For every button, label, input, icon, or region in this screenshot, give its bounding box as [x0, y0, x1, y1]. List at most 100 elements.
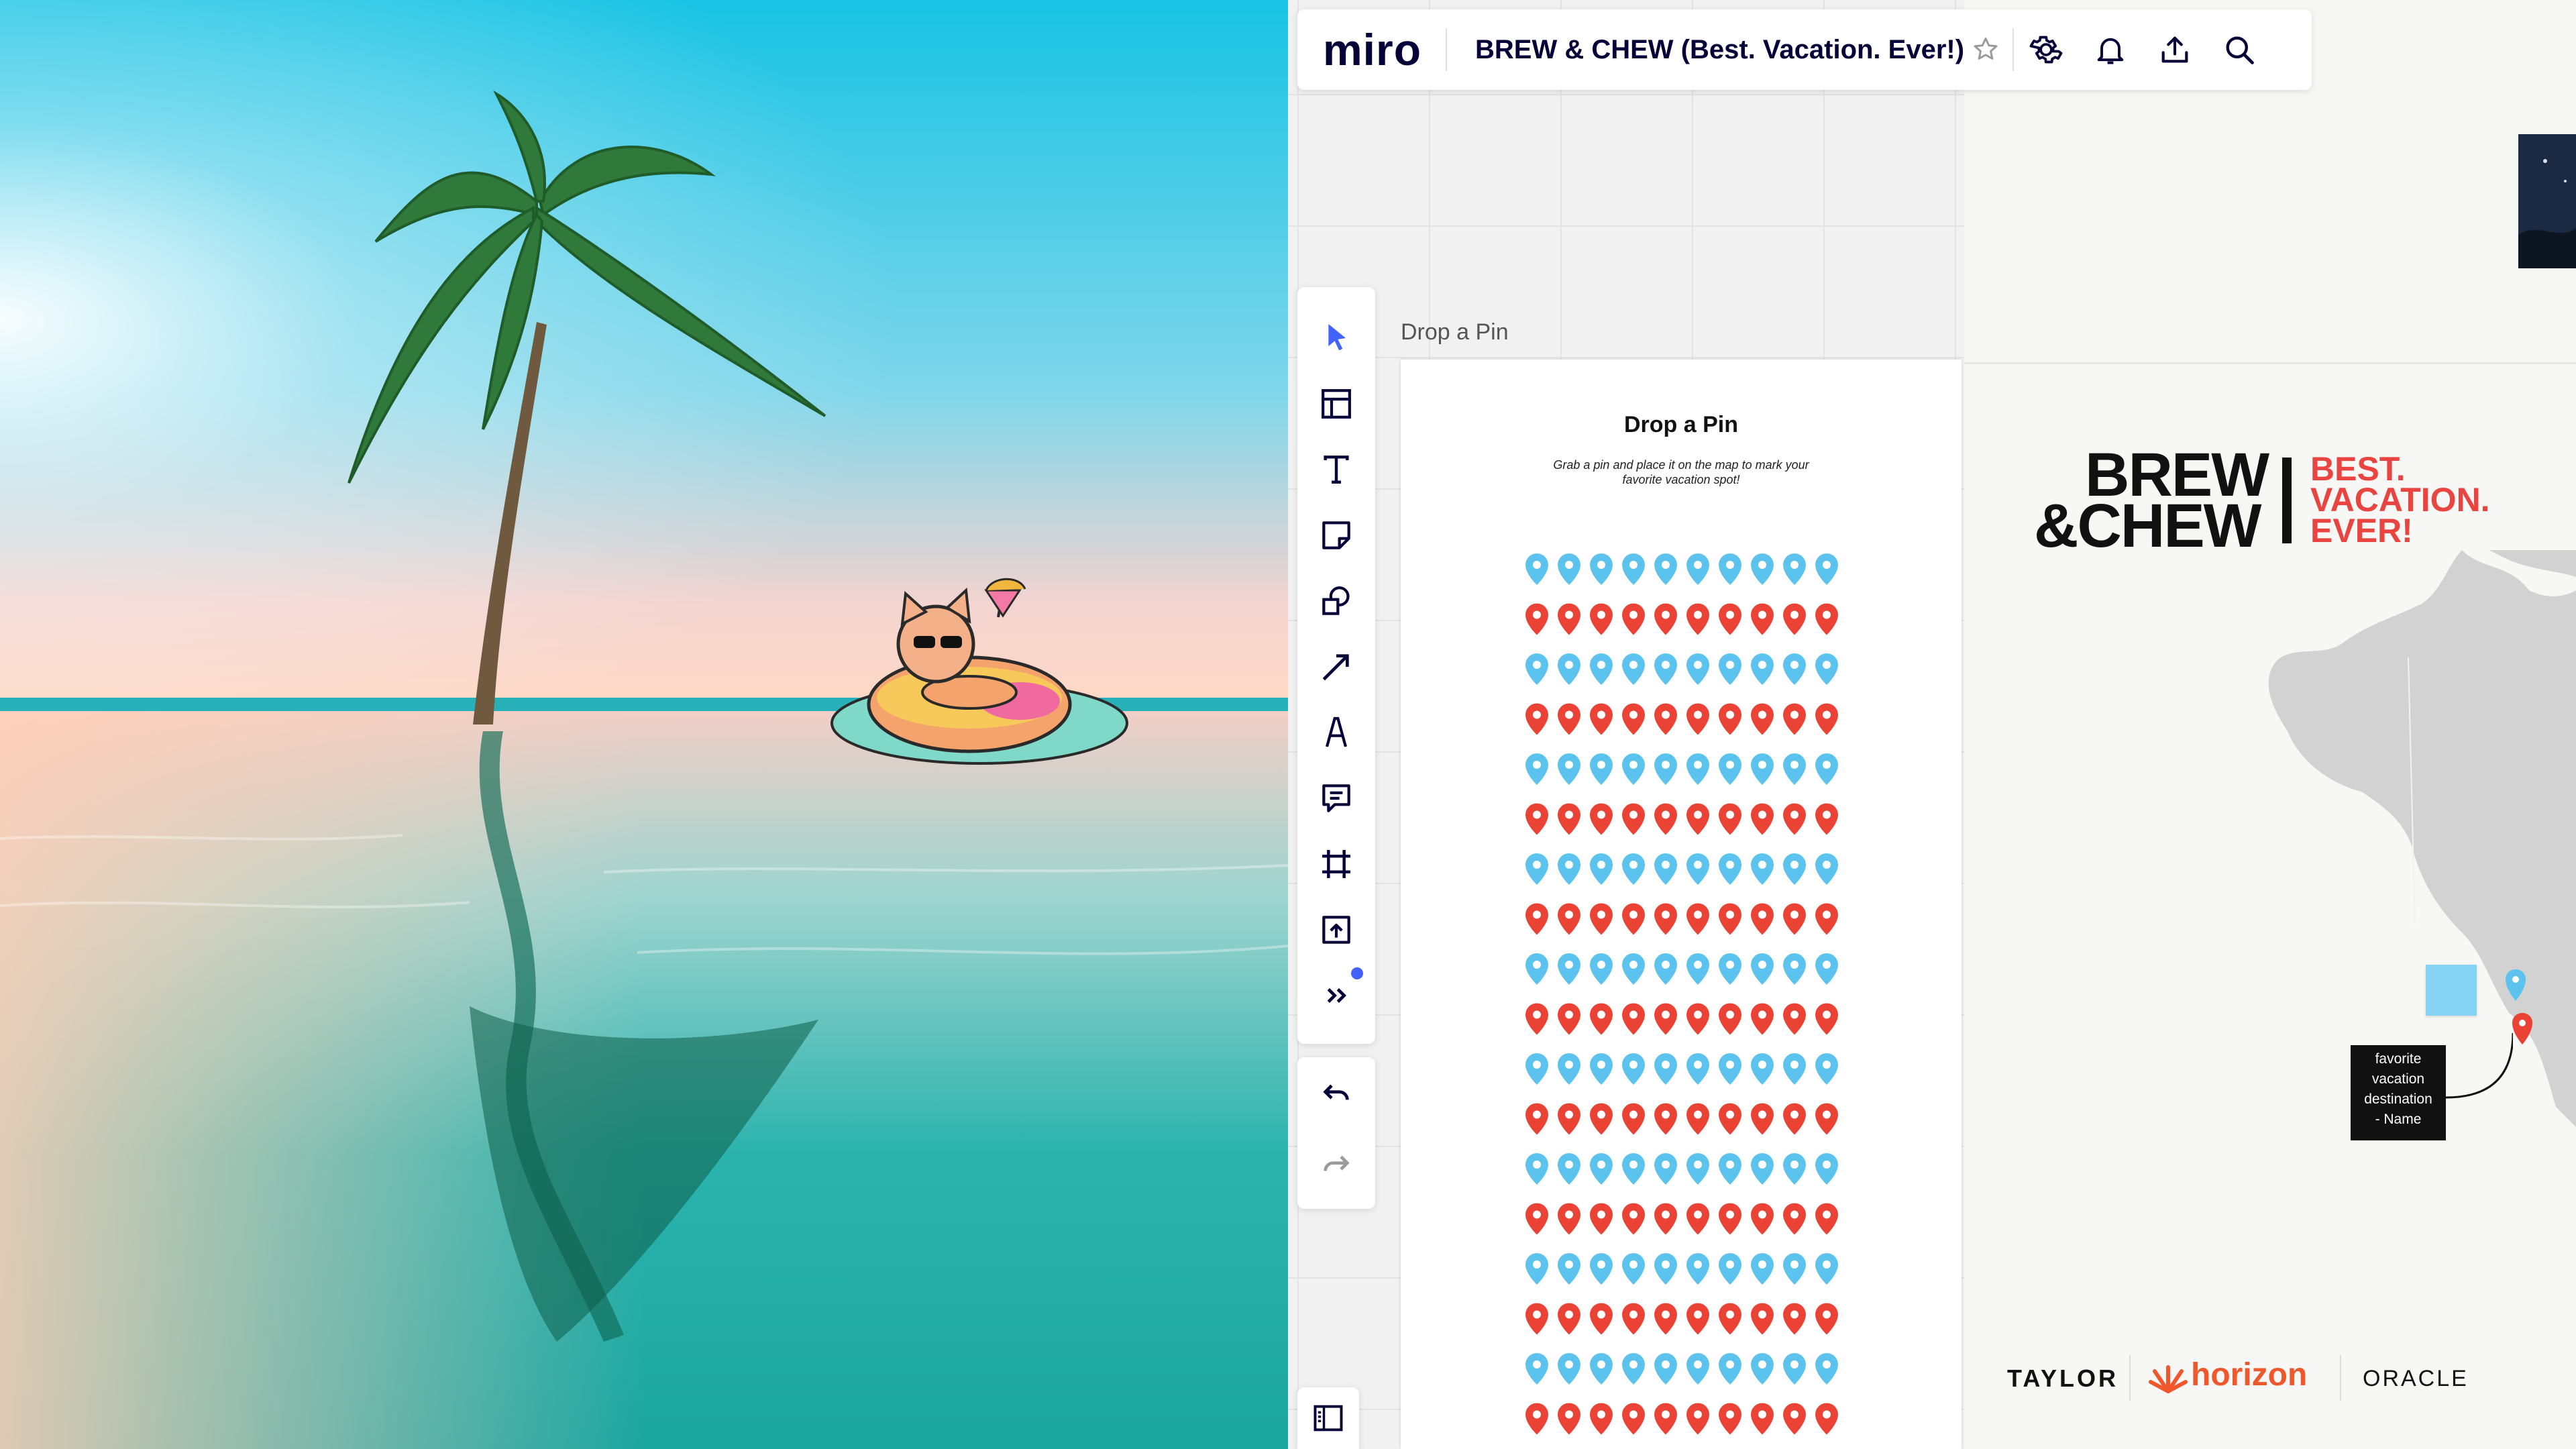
- drop-a-pin-frame[interactable]: Drop a Pin Grab a pin and place it on th…: [1401, 360, 1962, 1449]
- pin-blue[interactable]: [1590, 653, 1613, 685]
- pin-blue[interactable]: [1751, 653, 1774, 685]
- pin-red[interactable]: [1654, 603, 1677, 635]
- upload-tool-button[interactable]: [1297, 902, 1375, 958]
- pin-blue[interactable]: [1525, 1153, 1548, 1185]
- pin-blue[interactable]: [1686, 953, 1709, 985]
- pin-red[interactable]: [1558, 803, 1580, 835]
- pin-blue[interactable]: [1622, 1253, 1645, 1285]
- pin-red[interactable]: [1815, 603, 1838, 635]
- pin-blue[interactable]: [1719, 653, 1741, 685]
- redo-button[interactable]: [1297, 1136, 1375, 1193]
- sticky-note[interactable]: [2426, 965, 2477, 1016]
- pin-red[interactable]: [1622, 603, 1645, 635]
- pin-blue[interactable]: [1783, 853, 1806, 885]
- pin-blue[interactable]: [1654, 1053, 1677, 1085]
- pin-blue[interactable]: [1590, 553, 1613, 585]
- pin-red[interactable]: [1590, 1403, 1613, 1435]
- pin-blue[interactable]: [1815, 1353, 1838, 1385]
- pin-red[interactable]: [1654, 903, 1677, 935]
- pin-red[interactable]: [1783, 703, 1806, 735]
- pin-blue[interactable]: [1686, 653, 1709, 685]
- pin-red[interactable]: [1525, 903, 1548, 935]
- pin-red[interactable]: [1751, 703, 1774, 735]
- pin-red[interactable]: [1719, 903, 1741, 935]
- pin-blue[interactable]: [1815, 853, 1838, 885]
- share-export-button[interactable]: [2143, 17, 2207, 82]
- pin-blue[interactable]: [1525, 853, 1548, 885]
- pin-blue[interactable]: [1654, 1253, 1677, 1285]
- pin-red[interactable]: [1719, 803, 1741, 835]
- north-america-map[interactable]: [2261, 550, 2576, 1127]
- undo-button[interactable]: [1297, 1065, 1375, 1122]
- pin-red[interactable]: [1686, 703, 1709, 735]
- pin-blue[interactable]: [1558, 553, 1580, 585]
- pin-blue[interactable]: [1686, 1153, 1709, 1185]
- pin-blue[interactable]: [1783, 1253, 1806, 1285]
- pin-blue[interactable]: [1815, 653, 1838, 685]
- pin-red[interactable]: [1558, 1303, 1580, 1335]
- pin-red[interactable]: [1686, 803, 1709, 835]
- pin-red[interactable]: [1558, 1203, 1580, 1235]
- pin-blue[interactable]: [1622, 1053, 1645, 1085]
- pin-red[interactable]: [1622, 803, 1645, 835]
- pin-blue[interactable]: [1590, 953, 1613, 985]
- sticky-note-tool-button[interactable]: [1297, 507, 1375, 564]
- pin-blue[interactable]: [1751, 853, 1774, 885]
- pin-blue[interactable]: [1783, 653, 1806, 685]
- pin-blue[interactable]: [1622, 1153, 1645, 1185]
- pin-blue[interactable]: [1686, 1053, 1709, 1085]
- pin-blue[interactable]: [1558, 853, 1580, 885]
- pin-blue[interactable]: [1654, 853, 1677, 885]
- pin-red[interactable]: [1815, 703, 1838, 735]
- pin-blue[interactable]: [1815, 753, 1838, 785]
- pin-blue[interactable]: [1815, 1053, 1838, 1085]
- pin-red[interactable]: [1654, 1403, 1677, 1435]
- pin-red[interactable]: [1622, 1203, 1645, 1235]
- pin-red[interactable]: [1558, 1403, 1580, 1435]
- shapes-tool-button[interactable]: [1297, 573, 1375, 629]
- pin-blue[interactable]: [1558, 653, 1580, 685]
- pin-red[interactable]: [1525, 1203, 1548, 1235]
- pin-blue[interactable]: [1815, 1153, 1838, 1185]
- pin-red[interactable]: [1590, 1003, 1613, 1035]
- pin-red[interactable]: [1751, 803, 1774, 835]
- pin-blue[interactable]: [1558, 1053, 1580, 1085]
- pin-blue[interactable]: [1719, 953, 1741, 985]
- pin-blue[interactable]: [1622, 1353, 1645, 1385]
- pin-red[interactable]: [1783, 1203, 1806, 1235]
- more-tools-button[interactable]: [1297, 967, 1375, 1024]
- pin-red[interactable]: [1525, 703, 1548, 735]
- pin-red[interactable]: [1815, 1203, 1838, 1235]
- pin-blue[interactable]: [1815, 553, 1838, 585]
- comment-tool-button[interactable]: [1297, 770, 1375, 826]
- pin-blue[interactable]: [1719, 1253, 1741, 1285]
- templates-tool-button[interactable]: [1297, 376, 1375, 432]
- pin-red[interactable]: [1719, 1403, 1741, 1435]
- pin-blue[interactable]: [1654, 1153, 1677, 1185]
- pin-red[interactable]: [1751, 603, 1774, 635]
- pin-blue[interactable]: [1783, 753, 1806, 785]
- pin-blue[interactable]: [1525, 1253, 1548, 1285]
- pin-red[interactable]: [1783, 603, 1806, 635]
- pin-red[interactable]: [1654, 803, 1677, 835]
- pin-red[interactable]: [1751, 1203, 1774, 1235]
- pin-blue[interactable]: [1751, 753, 1774, 785]
- pin-red[interactable]: [1783, 1003, 1806, 1035]
- pin-blue[interactable]: [1590, 1253, 1613, 1285]
- pin-red[interactable]: [1654, 703, 1677, 735]
- pin-red[interactable]: [1525, 1003, 1548, 1035]
- pin-blue[interactable]: [1751, 1353, 1774, 1385]
- pin-blue[interactable]: [1590, 1053, 1613, 1085]
- pin-blue[interactable]: [1525, 653, 1548, 685]
- pin-blue[interactable]: [1558, 753, 1580, 785]
- pin-red[interactable]: [1558, 1103, 1580, 1135]
- pin-red[interactable]: [1719, 1003, 1741, 1035]
- pin-red[interactable]: [1686, 1403, 1709, 1435]
- pin-blue[interactable]: [1654, 553, 1677, 585]
- pin-red[interactable]: [1783, 1303, 1806, 1335]
- pin-blue[interactable]: [1622, 853, 1645, 885]
- pin-blue[interactable]: [1622, 553, 1645, 585]
- pin-blue[interactable]: [1783, 1153, 1806, 1185]
- pin-blue[interactable]: [1622, 653, 1645, 685]
- pin-red[interactable]: [1558, 703, 1580, 735]
